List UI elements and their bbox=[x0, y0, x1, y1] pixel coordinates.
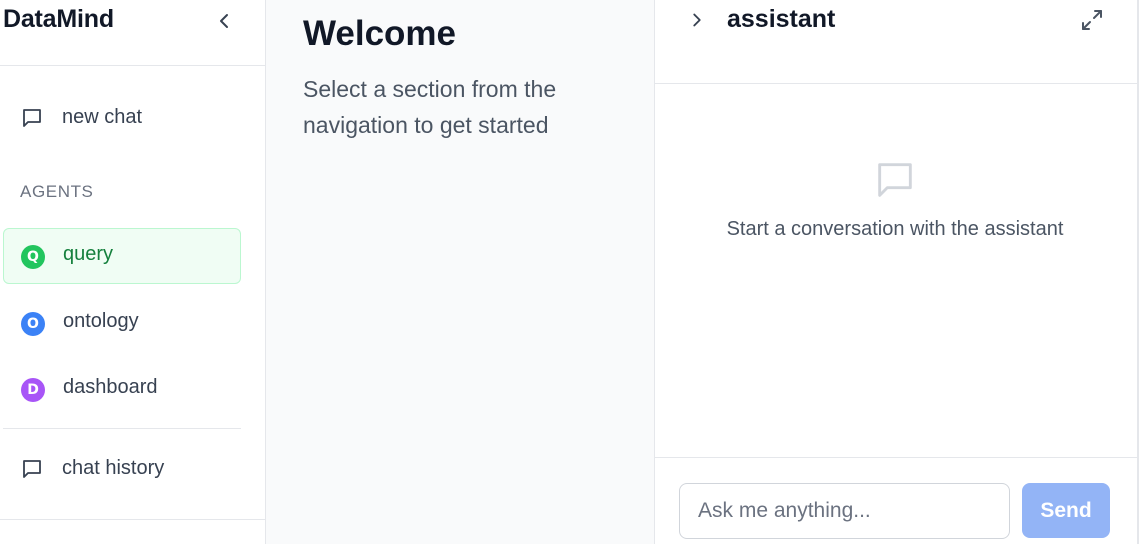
message-composer: Send bbox=[655, 457, 1139, 544]
sidebar: DataMind new chat AGENTS Q query O ontol… bbox=[0, 0, 266, 544]
agent-badge-query: Q bbox=[21, 245, 45, 269]
agent-item-ontology[interactable]: O ontology bbox=[3, 295, 241, 351]
page-title: Welcome bbox=[303, 14, 457, 53]
chat-history-button[interactable]: chat history bbox=[3, 440, 241, 496]
assistant-panel: assistant Start a conversation with the … bbox=[654, 0, 1139, 544]
message-input[interactable] bbox=[679, 483, 1010, 539]
agent-badge-dashboard: D bbox=[21, 378, 45, 402]
agent-item-dashboard[interactable]: D dashboard bbox=[3, 361, 241, 417]
chat-history-label: chat history bbox=[62, 456, 165, 479]
app-brand: DataMind bbox=[3, 5, 114, 33]
message-square-icon bbox=[20, 106, 44, 130]
agent-badge-ontology: O bbox=[21, 312, 45, 336]
agent-label-query: query bbox=[63, 243, 114, 265]
maximize-icon[interactable] bbox=[1080, 8, 1104, 32]
message-square-icon bbox=[20, 457, 44, 481]
agent-item-query[interactable]: Q query bbox=[3, 228, 241, 284]
send-button[interactable]: Send bbox=[1022, 483, 1110, 538]
agents-heading: AGENTS bbox=[20, 182, 94, 201]
sidebar-divider bbox=[3, 428, 241, 429]
empty-state-text: Start a conversation with the assistant bbox=[726, 218, 1064, 240]
chevron-left-icon[interactable] bbox=[212, 9, 236, 33]
page-subtitle: Select a section from the navigation to … bbox=[303, 76, 557, 138]
assistant-header: assistant bbox=[655, 0, 1139, 84]
main-content: Welcome Select a section from the naviga… bbox=[266, 0, 654, 544]
new-chat-label: new chat bbox=[62, 105, 143, 128]
message-square-icon bbox=[872, 157, 918, 203]
new-chat-button[interactable]: new chat bbox=[3, 89, 241, 145]
assistant-title: assistant bbox=[727, 5, 836, 33]
chevron-right-icon[interactable] bbox=[686, 9, 708, 31]
agent-label-ontology: ontology bbox=[63, 310, 139, 332]
sidebar-footer-divider bbox=[0, 519, 265, 520]
sidebar-header: DataMind bbox=[0, 0, 265, 66]
agent-label-dashboard: dashboard bbox=[63, 376, 158, 398]
